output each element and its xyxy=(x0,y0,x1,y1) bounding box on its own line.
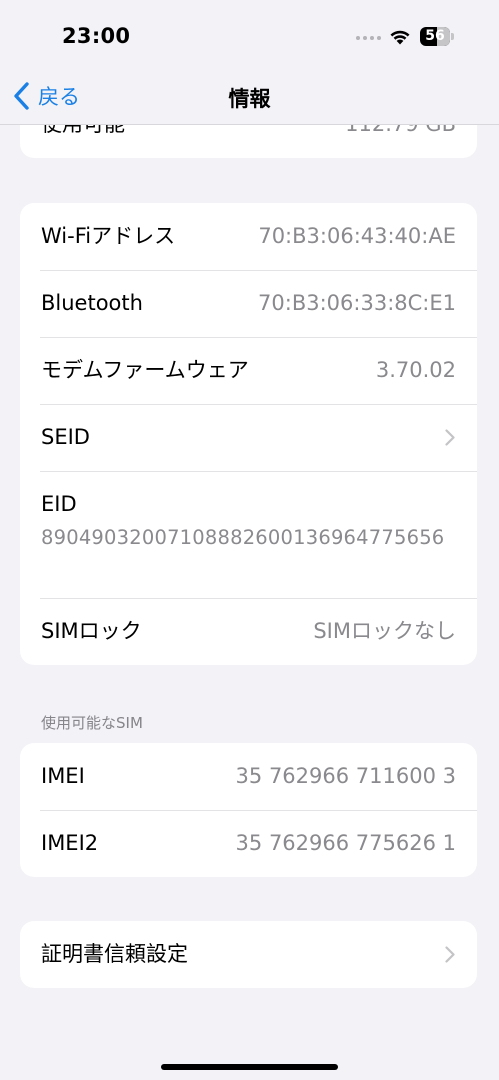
battery-icon: 56 xyxy=(420,27,455,46)
row-value: SIMロックなし xyxy=(313,619,456,643)
certificate-group: 証明書信頼設定 xyxy=(20,921,477,988)
eid-row[interactable]: EID 89049032007108882600136964775656 xyxy=(20,471,477,598)
sim-lock-row[interactable]: SIMロック SIMロックなし xyxy=(20,598,477,665)
row-label: SIMロック xyxy=(41,619,142,643)
network-info-group: Wi-Fiアドレス 70:B3:06:43:40:AE Bluetooth 70… xyxy=(20,203,477,665)
imei-row[interactable]: IMEI 35 762966 711600 3 xyxy=(20,743,477,810)
row-label: IMEI xyxy=(41,764,85,788)
wifi-address-row[interactable]: Wi-Fiアドレス 70:B3:06:43:40:AE xyxy=(20,203,477,270)
seid-row[interactable]: SEID xyxy=(20,404,477,471)
signal-dots-icon xyxy=(356,36,381,40)
sim-group: IMEI 35 762966 711600 3 IMEI2 35 762966 … xyxy=(20,743,477,877)
battery-level: 56 xyxy=(425,28,445,44)
imei2-row[interactable]: IMEI2 35 762966 775626 1 xyxy=(20,810,477,877)
navigation-bar: 戻る 情報 xyxy=(0,70,499,125)
row-value: 70:B3:06:43:40:AE xyxy=(258,224,456,248)
chevron-right-icon xyxy=(445,946,455,963)
certificate-trust-settings-row[interactable]: 証明書信頼設定 xyxy=(20,921,477,988)
row-label: EID xyxy=(41,492,77,516)
home-indicator[interactable] xyxy=(161,1064,338,1070)
row-label: IMEI2 xyxy=(41,831,99,855)
status-time: 23:00 xyxy=(62,24,131,48)
row-value: 35 762966 775626 1 xyxy=(235,831,456,855)
modem-firmware-row[interactable]: モデムファームウェア 3.70.02 xyxy=(20,337,477,404)
row-value: 3.70.02 xyxy=(375,358,456,382)
row-label: モデムファームウェア xyxy=(41,358,249,382)
chevron-right-icon xyxy=(445,429,455,446)
page-title: 情報 xyxy=(228,87,271,111)
row-label: Bluetooth xyxy=(41,291,143,315)
row-label: Wi-Fiアドレス xyxy=(41,224,176,248)
row-label: SEID xyxy=(41,425,90,449)
eid-value: 89049032007108882600136964775656 xyxy=(41,526,445,549)
section-header-available-sim: 使用可能なSIM xyxy=(41,714,143,732)
row-value: 70:B3:06:33:8C:E1 xyxy=(258,291,456,315)
status-bar: 23:00 56 xyxy=(0,0,499,70)
row-label: 証明書信頼設定 xyxy=(41,942,188,966)
bluetooth-row[interactable]: Bluetooth 70:B3:06:33:8C:E1 xyxy=(20,270,477,337)
row-value: 35 762966 711600 3 xyxy=(235,764,456,788)
wifi-icon xyxy=(390,30,410,45)
